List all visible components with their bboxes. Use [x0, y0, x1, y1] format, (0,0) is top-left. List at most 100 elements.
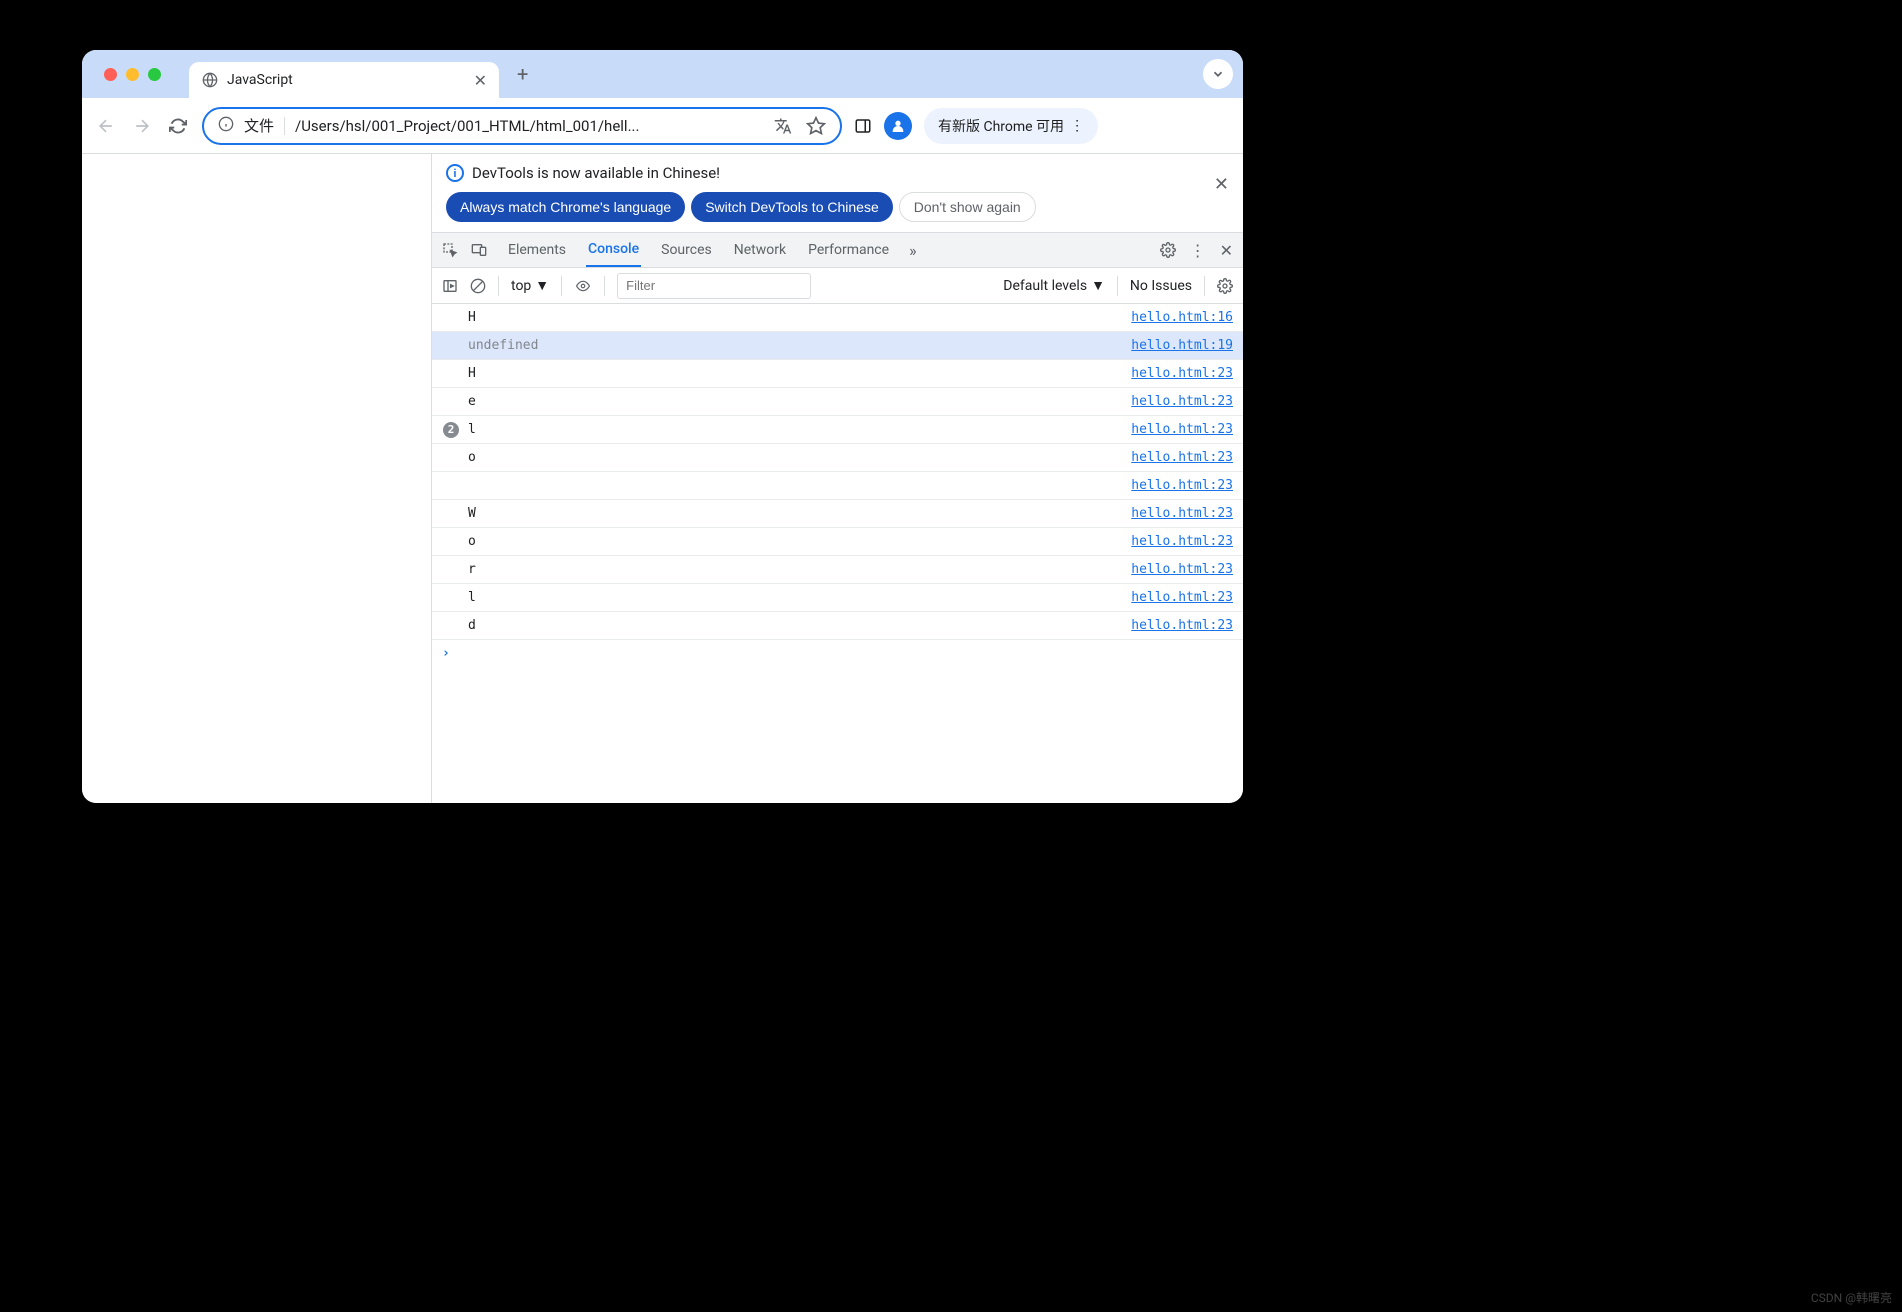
source-link[interactable]: hello.html:23: [1131, 478, 1233, 493]
minimize-window-button[interactable]: [126, 68, 139, 81]
globe-icon: [201, 71, 219, 89]
address-scheme-label: 文件: [244, 115, 274, 136]
update-chrome-button[interactable]: 有新版 Chrome 可用 ⋮: [924, 108, 1098, 144]
tab-overflow-button[interactable]: [1203, 59, 1233, 89]
kebab-icon: ⋮: [1070, 118, 1084, 134]
kebab-icon[interactable]: ⋮: [1190, 241, 1206, 260]
translate-icon[interactable]: [774, 116, 792, 136]
devtools-language-notification: i DevTools is now available in Chinese! …: [432, 154, 1243, 232]
source-link[interactable]: hello.html:23: [1131, 422, 1233, 437]
console-settings-gear-icon[interactable]: [1217, 278, 1233, 294]
update-label: 有新版 Chrome 可用: [938, 116, 1064, 136]
tab-elements[interactable]: Elements: [506, 234, 568, 266]
info-icon: i: [446, 164, 464, 182]
console-message-row[interactable]: o hello.html:23: [432, 528, 1243, 556]
message-text: l: [468, 422, 476, 437]
inspect-element-icon[interactable]: [442, 242, 458, 258]
console-message-row[interactable]: Hhello.html:23: [432, 360, 1243, 388]
message-text: e: [468, 394, 476, 409]
separator: [561, 276, 562, 296]
close-icon[interactable]: ✕: [1214, 174, 1229, 195]
console-filter-input[interactable]: [617, 273, 811, 299]
source-link[interactable]: hello.html:23: [1131, 366, 1233, 381]
always-match-language-button[interactable]: Always match Chrome's language: [446, 192, 685, 222]
toggle-sidebar-icon[interactable]: [442, 278, 458, 294]
source-link[interactable]: hello.html:23: [1131, 394, 1233, 409]
more-tabs-icon[interactable]: »: [909, 241, 917, 260]
maximize-window-button[interactable]: [148, 68, 161, 81]
message-badge-slot: 2: [442, 422, 460, 438]
source-link[interactable]: hello.html:23: [1131, 618, 1233, 633]
message-text: H: [468, 310, 476, 325]
console-message-row[interactable]: hello.html:23: [432, 472, 1243, 500]
settings-gear-icon[interactable]: [1160, 242, 1176, 258]
context-label: top: [511, 278, 531, 294]
source-link[interactable]: hello.html:16: [1131, 310, 1233, 325]
tab-bar: JavaScript ✕ +: [82, 50, 1243, 98]
console-message-row[interactable]: l hello.html:23: [432, 584, 1243, 612]
source-link[interactable]: hello.html:23: [1131, 562, 1233, 577]
notification-text: DevTools is now available in Chinese!: [472, 164, 720, 182]
separator: [1204, 276, 1205, 296]
forward-button[interactable]: [130, 114, 154, 138]
tab-network[interactable]: Network: [732, 234, 788, 266]
repeat-count-badge: 2: [443, 422, 459, 438]
console-message-row[interactable]: d hello.html:23: [432, 612, 1243, 640]
source-link[interactable]: hello.html:23: [1131, 450, 1233, 465]
message-text: W: [468, 506, 476, 521]
address-url: /Users/hsl/001_Project/001_HTML/html_001…: [295, 117, 764, 135]
console-message-row[interactable]: e hello.html:23: [432, 388, 1243, 416]
source-link[interactable]: hello.html:23: [1131, 534, 1233, 549]
side-panel-icon[interactable]: [854, 117, 872, 135]
log-levels-selector[interactable]: Default levels ▼: [1003, 277, 1105, 294]
console-prompt[interactable]: ›: [432, 640, 1243, 667]
tab-performance[interactable]: Performance: [806, 234, 891, 266]
tab-sources[interactable]: Sources: [659, 234, 714, 266]
page-viewport: [82, 154, 432, 803]
traffic-lights: [104, 68, 161, 81]
console-messages: Hhello.html:16undefinedhello.html:19Hhel…: [432, 304, 1243, 803]
devtools-tab-bar: Elements Console Sources Network Perform…: [432, 232, 1243, 268]
message-text: l: [468, 590, 476, 605]
close-tab-icon[interactable]: ✕: [474, 71, 487, 90]
chevron-down-icon: ▼: [1091, 277, 1105, 294]
switch-devtools-chinese-button[interactable]: Switch DevTools to Chinese: [691, 192, 893, 222]
message-text: d: [468, 618, 476, 633]
tab-title: JavaScript: [227, 72, 466, 88]
message-text: r: [468, 562, 476, 577]
console-message-row[interactable]: o hello.html:23: [432, 444, 1243, 472]
source-link[interactable]: hello.html:19: [1131, 338, 1233, 353]
source-link[interactable]: hello.html:23: [1131, 590, 1233, 605]
info-icon[interactable]: [218, 116, 234, 136]
issues-button[interactable]: No Issues: [1130, 278, 1192, 294]
source-link[interactable]: hello.html:23: [1131, 506, 1233, 521]
live-expression-icon[interactable]: [574, 279, 592, 293]
address-bar[interactable]: 文件 /Users/hsl/001_Project/001_HTML/html_…: [202, 107, 842, 145]
console-message-row[interactable]: 2l hello.html:23: [432, 416, 1243, 444]
message-text: H: [468, 366, 476, 381]
dont-show-again-button[interactable]: Don't show again: [899, 192, 1036, 222]
reload-button[interactable]: [166, 114, 190, 138]
levels-label: Default levels: [1003, 278, 1087, 294]
message-text: o: [468, 450, 476, 465]
console-message-row[interactable]: Hhello.html:16: [432, 304, 1243, 332]
console-message-row[interactable]: undefinedhello.html:19: [432, 332, 1243, 360]
separator: [498, 276, 499, 296]
new-tab-button[interactable]: +: [507, 62, 538, 86]
context-selector[interactable]: top ▼: [511, 277, 549, 294]
console-message-row[interactable]: r hello.html:23: [432, 556, 1243, 584]
browser-tab[interactable]: JavaScript ✕: [189, 62, 499, 98]
device-toolbar-icon[interactable]: [470, 242, 488, 258]
close-devtools-icon[interactable]: ✕: [1220, 241, 1233, 260]
back-button[interactable]: [94, 114, 118, 138]
message-text: o: [468, 534, 476, 549]
console-message-row[interactable]: Whello.html:23: [432, 500, 1243, 528]
close-window-button[interactable]: [104, 68, 117, 81]
clear-console-icon[interactable]: [470, 278, 486, 294]
browser-window: JavaScript ✕ + 文件 /Users/hsl/001_Project…: [82, 50, 1243, 803]
separator: [604, 276, 605, 296]
profile-avatar[interactable]: [884, 112, 912, 140]
browser-toolbar: 文件 /Users/hsl/001_Project/001_HTML/html_…: [82, 98, 1243, 154]
bookmark-star-icon[interactable]: [806, 116, 826, 136]
tab-console[interactable]: Console: [586, 233, 641, 267]
